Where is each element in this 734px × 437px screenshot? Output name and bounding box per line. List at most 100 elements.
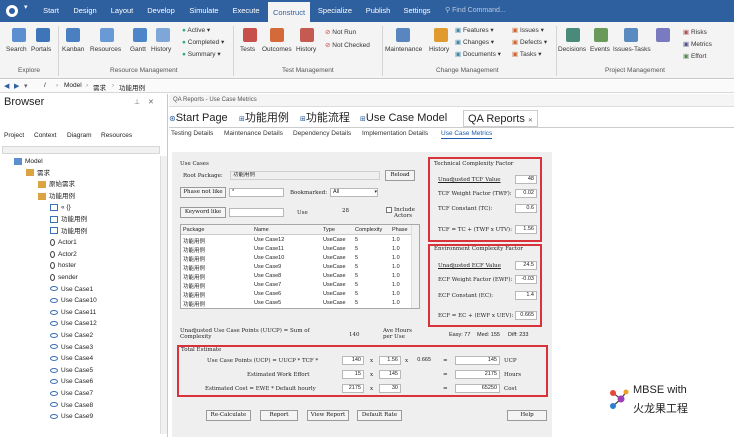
- include-actors-checkbox[interactable]: [386, 207, 392, 213]
- tree-item[interactable]: hoster: [50, 260, 76, 271]
- not-run-button[interactable]: ⊘ Not Run: [325, 28, 356, 36]
- outcomes-button[interactable]: Outcomes: [262, 46, 292, 53]
- table-row[interactable]: 功能用例 Use Case7 UseCase 5 1.0: [181, 281, 411, 290]
- tcf-unadjusted-label[interactable]: Unadjusted TCF Value: [438, 177, 501, 183]
- close-icon[interactable]: ✕: [148, 98, 154, 106]
- root-package-field[interactable]: 功能用例: [230, 171, 380, 180]
- pin-icon[interactable]: ⊥: [134, 98, 140, 106]
- test-history-icon[interactable]: [300, 28, 314, 42]
- path-functional-use-cases[interactable]: 功能用例: [119, 82, 145, 92]
- forward-icon[interactable]: ▶: [14, 82, 19, 90]
- active-button[interactable]: ● Active ▾: [182, 26, 210, 34]
- tab-design[interactable]: Design: [68, 0, 102, 22]
- maintenance-icon[interactable]: [396, 28, 410, 42]
- metrics-button[interactable]: ▣ Metrics: [683, 40, 712, 48]
- tree-item[interactable]: Use Case7: [50, 388, 93, 399]
- effort-button[interactable]: ▣ Effort: [683, 52, 706, 60]
- recalculate-button[interactable]: Re-Calculate: [206, 410, 251, 421]
- tests-button[interactable]: Tests: [240, 46, 255, 53]
- tasks-button[interactable]: ▣ Tasks ▾: [512, 50, 542, 58]
- path-model[interactable]: Model: [64, 82, 82, 89]
- chevron-down-icon[interactable]: ▾: [24, 3, 28, 11]
- col-name[interactable]: Name: [254, 227, 269, 233]
- tree-item[interactable]: Use Case12: [50, 318, 97, 329]
- ea-app-icon[interactable]: [6, 5, 18, 17]
- table-row[interactable]: 功能用例 Use Case6 UseCase 5 1.0: [181, 290, 411, 299]
- cost-rate-field[interactable]: 30: [379, 384, 401, 393]
- history-button[interactable]: History: [151, 46, 171, 53]
- dropdown-icon[interactable]: ▾: [24, 82, 28, 90]
- completed-button[interactable]: ● Completed ▾: [182, 38, 224, 46]
- doc-tab-start-page[interactable]: ⊛Start Page: [169, 110, 228, 127]
- table-row[interactable]: 功能用例 Use Case9 UseCase 5 1.0: [181, 263, 411, 272]
- gantt-icon[interactable]: [133, 28, 147, 42]
- kanban-button[interactable]: Kanban: [62, 46, 84, 53]
- tree-item[interactable]: Use Case6: [50, 376, 93, 387]
- doc-tab-functional-use-cases[interactable]: ⊞功能用例: [239, 110, 289, 127]
- tab-settings[interactable]: Settings: [398, 0, 436, 22]
- keyword-like-button[interactable]: Keyword like: [180, 207, 226, 218]
- bookmarked-select[interactable]: All ▾: [330, 188, 378, 197]
- events-button[interactable]: Events: [590, 46, 610, 53]
- tab-simulate[interactable]: Simulate: [184, 0, 224, 22]
- issues-button[interactable]: ▣ Issues ▾: [512, 26, 544, 34]
- col-complexity[interactable]: Complexity: [355, 227, 382, 233]
- gantt-button[interactable]: Gantt: [130, 46, 146, 53]
- tree-item[interactable]: Use Case9: [50, 411, 93, 422]
- tree-item[interactable]: Use Case3: [50, 342, 93, 353]
- table-row[interactable]: 功能用例 Use Case5 UseCase 5 1.0: [181, 299, 411, 308]
- doc-tab-qa-reports[interactable]: QA Reports ✕: [463, 110, 538, 127]
- documents-button[interactable]: ▣ Documents ▾: [455, 50, 501, 58]
- tree-item[interactable]: 功能用例: [50, 214, 87, 225]
- browser-tab-diagram[interactable]: Diagram: [67, 132, 92, 139]
- features-button[interactable]: ▣ Features ▾: [455, 26, 494, 34]
- table-row[interactable]: 功能用例 Use Case8 UseCase 5 1.0: [181, 272, 411, 281]
- decisions-icon[interactable]: [566, 28, 580, 42]
- table-row[interactable]: 功能用例 Use Case12 UseCase 5 1.0: [181, 236, 411, 245]
- search-icon[interactable]: [12, 28, 26, 42]
- table-row[interactable]: 功能用例 Use Case11 UseCase 5 1.0: [181, 245, 411, 254]
- summary-button[interactable]: ● Summary ▾: [182, 50, 221, 58]
- tests-icon[interactable]: [243, 28, 257, 42]
- change-history-icon[interactable]: [434, 28, 448, 42]
- view-report-button[interactable]: View Report: [307, 410, 349, 421]
- ecf-weight-field[interactable]: -0.03: [515, 275, 537, 284]
- tree-item[interactable]: Actor2: [50, 249, 77, 260]
- tree-item[interactable]: Use Case4: [50, 353, 93, 364]
- changes-button[interactable]: ▣ Changes ▾: [455, 38, 494, 46]
- portals-icon[interactable]: [36, 28, 50, 42]
- report-button[interactable]: Report: [260, 410, 298, 421]
- tab-construct[interactable]: Construct: [268, 0, 310, 22]
- ecf-constant-field[interactable]: 1.4: [515, 291, 537, 300]
- test-history-button[interactable]: History: [296, 46, 316, 53]
- tree-item[interactable]: Use Case11: [50, 307, 96, 318]
- tree-item[interactable]: Use Case8: [50, 400, 93, 411]
- tree-item[interactable]: Model: [14, 156, 43, 167]
- back-icon[interactable]: ◀: [4, 82, 9, 90]
- reload-button[interactable]: Reload: [385, 170, 415, 181]
- tab-specialize[interactable]: Specialize: [313, 0, 357, 22]
- not-checked-button[interactable]: ⊘ Not Checked: [325, 41, 370, 49]
- tab-execute[interactable]: Execute: [227, 0, 265, 22]
- tcf-unadjusted-field[interactable]: 48: [515, 175, 537, 184]
- sub-tab-use-case-metrics[interactable]: Use Case Metrics: [441, 129, 493, 139]
- tree-item[interactable]: 需求: [26, 168, 50, 179]
- issues-tasks-icon[interactable]: [624, 28, 638, 42]
- ecf-unadjusted-field[interactable]: 24.5: [515, 261, 537, 270]
- tree-item[interactable]: sender: [50, 272, 78, 283]
- search-button[interactable]: Search: [6, 46, 27, 53]
- issues-tasks-button[interactable]: Issues-Tasks: [613, 46, 651, 53]
- sub-tab-maintenance-details[interactable]: Maintenance Details: [224, 129, 283, 139]
- history-icon[interactable]: [156, 28, 170, 42]
- ecf-unadjusted-label[interactable]: Unadjusted ECF Value: [438, 263, 501, 269]
- col-phase[interactable]: Phase: [392, 227, 408, 233]
- events-icon[interactable]: [594, 28, 608, 42]
- project-extra-icon[interactable]: [656, 28, 670, 42]
- doc-tab-use-case-model[interactable]: ⊞Use Case Model: [360, 110, 447, 127]
- tree-item[interactable]: « {}: [50, 202, 71, 213]
- tcf-weight-field[interactable]: 0.02: [515, 189, 537, 198]
- defects-button[interactable]: ▣ Defects ▾: [512, 38, 547, 46]
- phase-field[interactable]: *: [229, 188, 284, 197]
- doc-tab-functional-flow[interactable]: ⊞功能流程: [300, 110, 350, 127]
- browser-tab-resources[interactable]: Resources: [101, 132, 132, 139]
